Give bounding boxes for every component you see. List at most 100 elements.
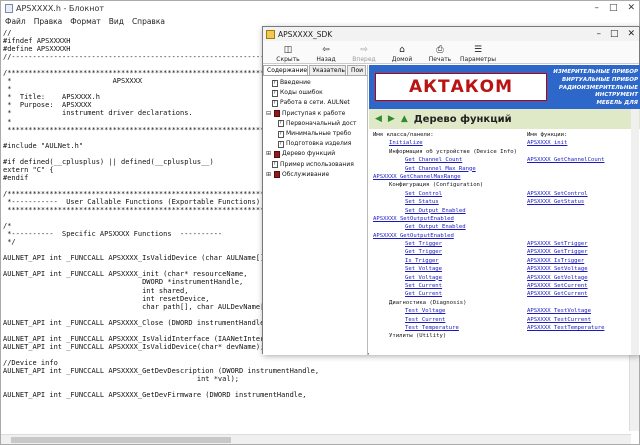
help-window: APSXXXX_SDK – □ ✕ ◫ Скрыть ⇦ Назад ⇨ Вперед ⌂ Д… [262, 26, 640, 355]
function-name-link[interactable]: APSXXXX_GetStatus [527, 198, 584, 206]
print-button[interactable]: ⎙ Печать [421, 45, 459, 63]
function-name-link[interactable]: APSXXXX_SetControl [527, 190, 588, 198]
tree-item[interactable]: Подготовка изделия [266, 139, 364, 149]
tree-item-label: Первоначальный дост [286, 119, 357, 127]
maximize-icon[interactable]: □ [609, 1, 618, 15]
function-name-link[interactable]: APSXXXX_SetVoltage [527, 265, 588, 273]
group-label: Диагностика (Diagnosis) [389, 299, 467, 306]
function-link[interactable]: Set Trigger [405, 240, 442, 248]
function-name-link[interactable]: APSXXXX_init [527, 139, 567, 147]
aktakom-banner: АКТАКОМ ИЗМЕРИТЕЛЬНЫЕ ПРИБОР ВИРТУАЛЬНЫЕ… [369, 65, 640, 109]
function-link[interactable]: Get Voltage [405, 274, 442, 282]
function-link[interactable]: Get Channel Max Range [405, 165, 476, 173]
tab-contents[interactable]: Содержание [263, 65, 308, 75]
close-icon[interactable]: ✕ [627, 1, 635, 15]
function-name-link[interactable]: APSXXXX_IsTrigger [527, 257, 584, 265]
tab-index[interactable]: Указатель [308, 65, 346, 75]
function-name-link[interactable]: APSXXXX_GetChannelCount [527, 156, 604, 164]
minimize-icon[interactable]: – [594, 1, 599, 15]
tree-item[interactable]: Пример использования [266, 160, 364, 170]
forward-icon: ⇨ [360, 45, 368, 55]
tree-item[interactable]: Работа в сети. AULNet [266, 98, 364, 108]
tree-item-label: Подготовка изделия [286, 140, 352, 148]
help-page-icon [278, 119, 284, 129]
expand-toggle-icon[interactable]: ⊞ [266, 149, 272, 159]
menu-view[interactable]: Вид [109, 17, 124, 26]
help-vertical-scrollbar[interactable] [631, 109, 639, 355]
function-row: Test Temperature APSXXXX_TestTemperature [373, 324, 637, 332]
function-link[interactable]: Set Output Enabled [405, 207, 466, 215]
function-link[interactable]: Set Voltage [405, 265, 442, 273]
minimize-icon[interactable]: – [596, 27, 601, 41]
tree-item-label: Обслуживание [282, 170, 330, 178]
function-name-link[interactable]: APSXXXX_SetTrigger [527, 240, 588, 248]
hide-button[interactable]: ◫ Скрыть [269, 45, 307, 63]
book-icon [274, 110, 280, 118]
function-link[interactable]: Test Voltage [405, 307, 445, 315]
banner-taglines: ИЗМЕРИТЕЛЬНЫЕ ПРИБОР ВИРТУАЛЬНЫЕ ПРИБОР … [553, 69, 638, 108]
tree-item[interactable]: ⊞ Дерево функций [266, 149, 364, 159]
tree-item-label: Минимальные требо [286, 130, 352, 138]
banner-line: ИЗМЕРИТЕЛЬНЫЕ ПРИБОР [553, 69, 638, 75]
scrollbar-thumb[interactable] [11, 437, 231, 443]
notepad-title: APSXXXX.h - Блокнот [16, 3, 104, 13]
arrow-up-icon[interactable]: ▲ [401, 114, 408, 124]
function-link[interactable]: APSXXXX_GetOutputEnabled [373, 232, 454, 240]
options-icon: ☰ [473, 45, 483, 55]
function-name-link[interactable]: APSXXXX_TestVoltage [527, 307, 591, 315]
function-name-link[interactable]: APSXXXX_GetCurrent [527, 290, 588, 298]
help-window-controls: – □ ✕ [596, 27, 635, 41]
function-name-link[interactable]: APSXXXX_TestCurrent [527, 316, 591, 324]
function-link[interactable]: APSXXXX_SetOutputEnabled [373, 215, 454, 223]
function-link[interactable]: Test Current [405, 316, 445, 324]
help-toolbar: ◫ Скрыть ⇦ Назад ⇨ Вперед ⌂ Домой ⎙ Печать ☰ Параме… [263, 41, 639, 64]
tree-item[interactable]: Первоначальный дост [266, 119, 364, 129]
function-link[interactable]: Get Trigger [405, 248, 442, 256]
book-icon [274, 151, 280, 159]
expand-toggle-icon[interactable]: ⊞ [266, 170, 272, 180]
tree-item[interactable]: ⊞ Обслуживание [266, 170, 364, 180]
expand-toggle-icon[interactable]: ⊟ [266, 109, 272, 119]
tree-item[interactable]: Введение [266, 78, 364, 88]
banner-line: ИНСТРУМЕНТ [595, 92, 638, 99]
tree-item[interactable]: Коды ошибок [266, 88, 364, 98]
home-button[interactable]: ⌂ Домой [383, 45, 421, 63]
function-link[interactable]: Is Trigger [405, 257, 439, 265]
forward-button[interactable]: ⇨ Вперед [345, 45, 383, 63]
close-icon[interactable]: ✕ [627, 27, 635, 41]
arrow-left-icon[interactable]: ◀ [375, 114, 382, 124]
banner-line: МЕБЕЛЬ ДЛЯ [596, 100, 638, 107]
notepad-horizontal-scrollbar[interactable] [1, 434, 631, 444]
function-name-link[interactable]: APSXXXX_GetVoltage [527, 274, 588, 282]
menu-edit[interactable]: Правка [34, 17, 63, 26]
function-row: Имя класса/панели: Имя функции: [373, 131, 637, 139]
function-name-link[interactable]: APSXXXX_TestTemperature [527, 324, 604, 332]
function-link[interactable]: Set Status [405, 198, 439, 206]
function-link[interactable]: Set Control [405, 190, 442, 198]
tree-item[interactable]: Минимальные требо [266, 129, 364, 139]
options-button[interactable]: ☰ Параметры [459, 45, 497, 63]
back-icon: ⇦ [322, 45, 330, 55]
function-link[interactable]: Get Output Enabled [405, 223, 466, 231]
menu-help[interactable]: Справка [132, 17, 165, 26]
function-link[interactable]: Set Current [405, 282, 442, 290]
help-page-icon [278, 139, 284, 149]
function-link[interactable]: Test Temperature [405, 324, 459, 332]
function-link[interactable]: APSXXXX_GetChannelMaxRange [373, 173, 461, 181]
function-link[interactable]: Get Channel Count [405, 156, 462, 164]
tree-item[interactable]: ⊟ Приступая к работе [266, 109, 364, 119]
function-name-link[interactable]: APSXXXX_SetCurrent [527, 282, 588, 290]
menu-file[interactable]: Файл [5, 17, 26, 26]
function-row: Test Current APSXXXX_TestCurrent [373, 316, 637, 324]
notepad-window-controls: – □ ✕ [594, 1, 635, 15]
contents-tree: Введение Коды ошибок Работа в сети. AULNet… [263, 76, 367, 182]
maximize-icon[interactable]: □ [610, 27, 619, 41]
tab-search[interactable]: Пои [347, 65, 367, 75]
function-link[interactable]: Get Current [405, 290, 442, 298]
menu-format[interactable]: Формат [70, 17, 100, 26]
function-name-link[interactable]: APSXXXX_GetTrigger [527, 248, 588, 256]
function-link[interactable]: Initialize [389, 139, 423, 147]
back-button[interactable]: ⇦ Назад [307, 45, 345, 63]
arrow-right-icon[interactable]: ▶ [388, 114, 395, 124]
